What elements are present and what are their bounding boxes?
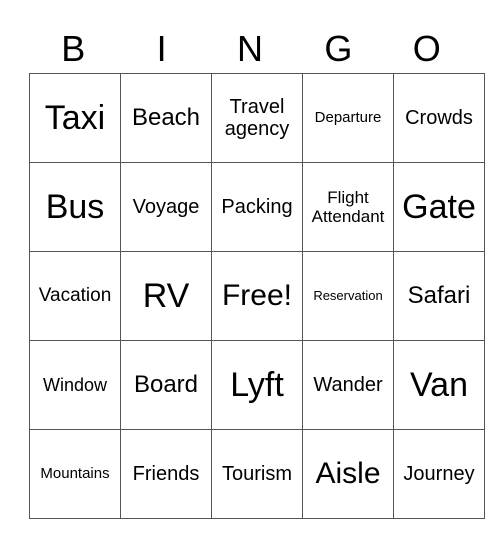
header-letter-n: N [236,28,263,69]
bingo-cell[interactable]: Gate [393,162,485,252]
bingo-row: Taxi Beach Travel agency Departure Crowd… [29,73,485,163]
bingo-cell[interactable]: Journey [393,429,485,519]
bingo-cell[interactable]: RV [120,251,212,341]
bingo-cell[interactable]: Friends [120,429,212,519]
bingo-cell[interactable]: Packing [211,162,303,252]
bingo-cell[interactable]: Lyft [211,340,303,430]
bingo-cell[interactable]: Crowds [393,73,485,163]
bingo-row: Mountains Friends Tourism Aisle Journey [29,429,485,519]
bingo-cell[interactable]: Wander [302,340,394,430]
bingo-header: B I N G O [29,28,471,70]
bingo-cell[interactable]: Mountains [29,429,121,519]
header-letter-o: O [412,28,441,69]
header-letter-i: I [156,28,167,69]
bingo-cell[interactable]: Safari [393,251,485,341]
bingo-cell[interactable]: Tourism [211,429,303,519]
bingo-cell[interactable]: Departure [302,73,394,163]
bingo-cell[interactable]: Travel agency [211,73,303,163]
bingo-cell[interactable]: Van [393,340,485,430]
bingo-cell[interactable]: Beach [120,73,212,163]
bingo-card: Taxi Beach Travel agency Departure Crowd… [29,73,485,519]
header-letter-g: G [324,28,353,69]
bingo-row: Window Board Lyft Wander Van [29,340,485,430]
header-letter-b: B [61,28,86,69]
bingo-cell[interactable]: Reservation [302,251,394,341]
bingo-cell[interactable]: Window [29,340,121,430]
bingo-cell[interactable]: Taxi [29,73,121,163]
bingo-cell[interactable]: Bus [29,162,121,252]
bingo-cell[interactable]: Aisle [302,429,394,519]
bingo-cell[interactable]: Voyage [120,162,212,252]
free-space-cell[interactable]: Free! [211,251,303,341]
bingo-cell[interactable]: Vacation [29,251,121,341]
bingo-cell[interactable]: Flight Attendant [302,162,394,252]
bingo-cell[interactable]: Board [120,340,212,430]
bingo-row: Bus Voyage Packing Flight Attendant Gate [29,162,485,252]
bingo-row: Vacation RV Free! Reservation Safari [29,251,485,341]
